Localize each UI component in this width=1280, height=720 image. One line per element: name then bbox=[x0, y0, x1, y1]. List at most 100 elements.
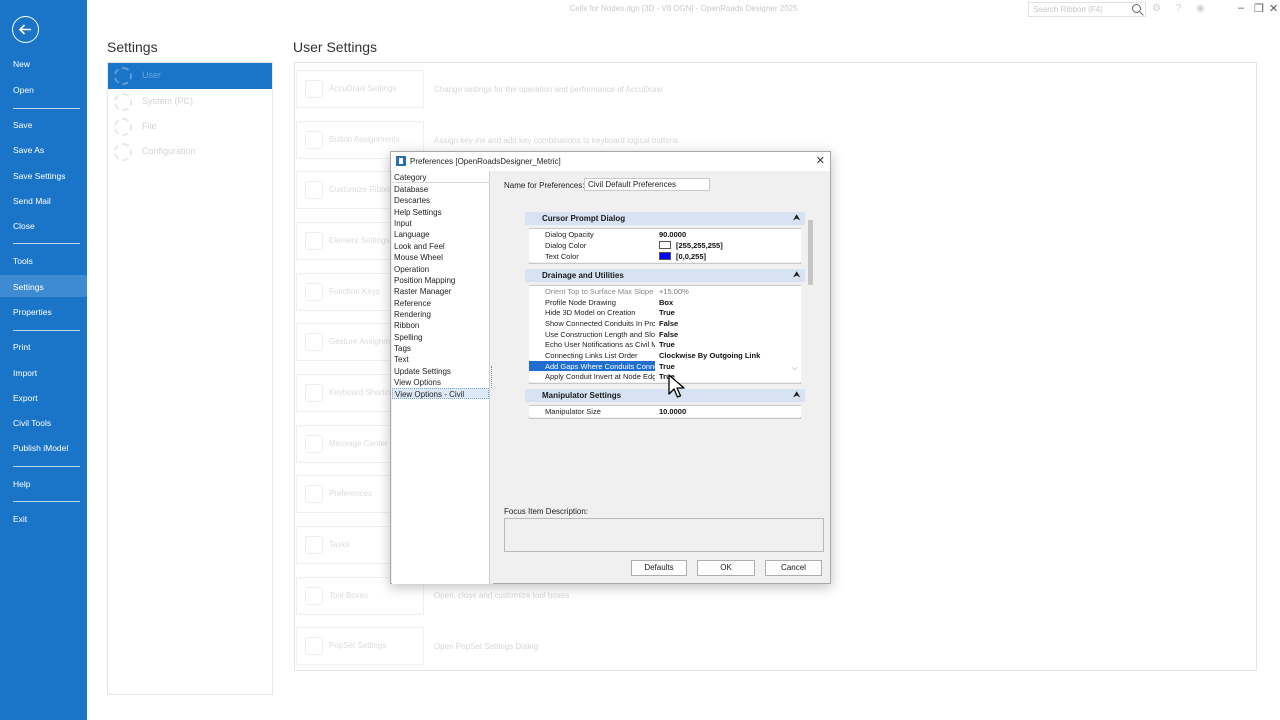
category-item[interactable]: Text bbox=[392, 354, 489, 365]
name-for-preferences-input[interactable]: Civil Default Preferences bbox=[584, 178, 710, 191]
tile-label: Keyboard Shortcuts bbox=[329, 388, 400, 397]
category-item[interactable]: Help Settings bbox=[392, 207, 489, 218]
back-arrow-icon[interactable] bbox=[12, 16, 39, 43]
backstage-open[interactable]: Open bbox=[13, 85, 34, 95]
backstage-new[interactable]: New bbox=[13, 59, 30, 69]
property-name: Manipulator Size bbox=[545, 407, 601, 416]
settings-category-configuration[interactable]: Configuration bbox=[108, 139, 272, 165]
category-item-selected[interactable]: View Options - Civil bbox=[392, 388, 489, 399]
minimize-button[interactable]: – bbox=[1238, 2, 1244, 14]
category-item[interactable]: Tags bbox=[392, 343, 489, 354]
property-row[interactable]: Show Connected Conduits In Profile False bbox=[529, 318, 801, 329]
tile-description: Open, close and customize tool boxes bbox=[434, 591, 570, 600]
accudraw-icon bbox=[305, 80, 323, 98]
mouse-cursor-icon bbox=[668, 374, 685, 398]
color-value: [0,0,255] bbox=[676, 252, 707, 261]
category-item[interactable]: Input bbox=[392, 218, 489, 229]
property-row[interactable]: Apply Conduit Invert at Node Edge True bbox=[529, 371, 801, 382]
tile-description: Open PopSet Settings Dialog bbox=[434, 642, 539, 651]
property-row[interactable]: Dialog Opacity 90.0000 bbox=[529, 229, 801, 240]
collapse-chevron-icon[interactable]: ⮝ bbox=[793, 213, 800, 223]
property-name: Dialog Opacity bbox=[545, 230, 594, 239]
section-header-manipulator[interactable]: Manipulator Settings ⮝ bbox=[525, 389, 805, 402]
category-item[interactable]: Descartes bbox=[392, 195, 489, 206]
property-row[interactable]: Orient Top to Surface Max Slope +15.00% bbox=[529, 286, 801, 297]
category-item[interactable]: Position Mapping bbox=[392, 275, 489, 286]
dialog-close-button[interactable]: ✕ bbox=[816, 154, 825, 167]
tile-accudraw-settings[interactable]: AccuDraw Settings bbox=[296, 70, 424, 108]
property-row[interactable]: Text Color [0,0,255] bbox=[529, 251, 801, 262]
backstage-send-mail[interactable]: Send Mail bbox=[13, 196, 51, 206]
defaults-button[interactable]: Defaults bbox=[631, 560, 687, 576]
window-titlebar: Cells for Nodes.dgn [3D - V8 DGN] - Open… bbox=[87, 0, 1280, 20]
section-header-cursor-prompt[interactable]: Cursor Prompt Dialog ⮝ bbox=[525, 212, 805, 225]
backstage-publish-imodel[interactable]: Publish iModel bbox=[13, 443, 68, 453]
category-label: User bbox=[142, 70, 162, 80]
settings-category-panel: User System (PC) File Configuration bbox=[107, 62, 273, 695]
backstage-help[interactable]: Help bbox=[13, 479, 30, 489]
category-item[interactable]: Rendering bbox=[392, 309, 489, 320]
backstage-print[interactable]: Print bbox=[13, 342, 30, 352]
backstage-import[interactable]: Import bbox=[13, 368, 37, 378]
category-item[interactable]: Mouse Wheel bbox=[392, 252, 489, 263]
separator bbox=[13, 108, 80, 109]
category-item[interactable]: Spelling bbox=[392, 332, 489, 343]
property-value: Clockwise By Outgoing Link bbox=[659, 351, 761, 360]
backstage-close[interactable]: Close bbox=[13, 221, 35, 231]
backstage-settings[interactable]: Settings bbox=[13, 282, 44, 292]
restore-button[interactable]: ❐ bbox=[1254, 2, 1264, 15]
gesture-icon bbox=[305, 333, 323, 351]
category-item[interactable]: Raster Manager bbox=[392, 286, 489, 297]
backstage-save[interactable]: Save bbox=[13, 120, 32, 130]
cancel-button[interactable]: Cancel bbox=[765, 560, 822, 576]
category-item[interactable]: Database bbox=[392, 184, 489, 195]
preferences-dialog: Preferences [OpenRoadsDesigner_Metric] ✕… bbox=[390, 151, 831, 584]
title-icons[interactable]: ⚙ ? ◉ bbox=[1152, 3, 1211, 14]
category-item[interactable]: Operation bbox=[392, 264, 489, 275]
property-name: Text Color bbox=[545, 252, 579, 261]
user-settings-title: User Settings bbox=[293, 39, 378, 55]
focus-item-description-label: Focus Item Description: bbox=[504, 507, 589, 516]
property-row[interactable]: Dialog Color [255,255,255] bbox=[529, 240, 801, 251]
customize-ribbon-icon bbox=[305, 181, 323, 199]
property-value: False bbox=[659, 319, 679, 328]
category-item[interactable]: Language bbox=[392, 229, 489, 240]
tile-popset-settings[interactable]: PopSet Settings bbox=[296, 627, 424, 665]
backstage-save-settings[interactable]: Save Settings bbox=[13, 171, 65, 181]
property-value-color: [255,255,255] bbox=[659, 240, 723, 251]
category-item[interactable]: Reference bbox=[392, 298, 489, 309]
backstage-export[interactable]: Export bbox=[13, 393, 38, 403]
close-window-button[interactable]: ✕ bbox=[1269, 2, 1278, 15]
splitter-handle[interactable] bbox=[490, 171, 493, 584]
property-row[interactable]: Hide 3D Model on Creation True bbox=[529, 307, 801, 318]
settings-category-system[interactable]: System (PC) bbox=[108, 89, 272, 115]
collapse-chevron-icon[interactable]: ⮝ bbox=[793, 390, 800, 400]
settings-category-user[interactable]: User bbox=[108, 63, 272, 89]
backstage-civil-tools[interactable]: Civil Tools bbox=[13, 418, 51, 428]
property-value: True bbox=[659, 308, 675, 317]
section-header-drainage[interactable]: Drainage and Utilities ⮝ bbox=[525, 269, 805, 282]
search-ribbon-input[interactable]: Search Ribbon (F4) bbox=[1028, 2, 1146, 17]
backstage-menu: New Open Save Save As Save Settings Send… bbox=[0, 0, 87, 720]
property-grid-scrollbar[interactable] bbox=[808, 220, 813, 285]
backstage-save-as[interactable]: Save As bbox=[13, 145, 44, 155]
backstage-exit[interactable]: Exit bbox=[13, 514, 27, 524]
backstage-tools[interactable]: Tools bbox=[13, 256, 33, 266]
category-item[interactable]: View Options bbox=[392, 377, 489, 388]
property-row[interactable]: Connecting Links List Order Clockwise By… bbox=[529, 350, 801, 361]
property-name: Apply Conduit Invert at Node Edge bbox=[545, 372, 655, 381]
category-item[interactable]: Ribbon bbox=[392, 320, 489, 331]
backstage-properties[interactable]: Properties bbox=[13, 307, 52, 317]
property-row[interactable]: Echo User Notifications as Civil Message… bbox=[529, 339, 801, 350]
dialog-titlebar[interactable]: Preferences [OpenRoadsDesigner_Metric] ✕ bbox=[391, 152, 830, 171]
category-label: System (PC) bbox=[142, 96, 194, 106]
property-row[interactable]: Manipulator Size 10.0000 bbox=[529, 406, 801, 417]
settings-category-file[interactable]: File bbox=[108, 114, 272, 140]
category-item[interactable]: Update Settings bbox=[392, 366, 489, 377]
file-settings-icon bbox=[114, 118, 132, 136]
collapse-chevron-icon[interactable]: ⮝ bbox=[793, 270, 800, 280]
color-swatch bbox=[659, 241, 671, 249]
ok-button[interactable]: OK bbox=[697, 560, 755, 576]
splitter-grip bbox=[491, 366, 492, 388]
category-item[interactable]: Look and Feel bbox=[392, 241, 489, 252]
